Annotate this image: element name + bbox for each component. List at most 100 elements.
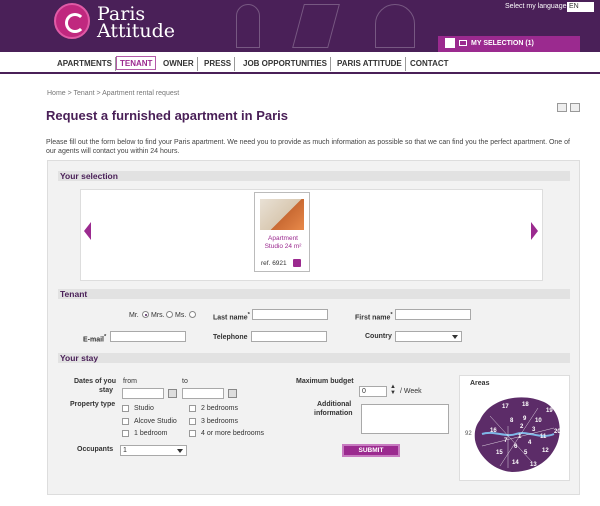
country-label: Country <box>365 333 392 340</box>
property-type-label: Property type <box>70 401 116 408</box>
selection-heading: Your selection <box>58 171 570 181</box>
type-1-bedroom-checkbox[interactable] <box>122 430 129 437</box>
apartment-ref: ref. 6921 <box>261 260 287 267</box>
nav-job-opportunities[interactable]: JOB OPPORTUNITIES <box>240 57 332 71</box>
tenant-heading: Tenant <box>58 289 570 299</box>
logo-icon[interactable] <box>54 3 90 39</box>
language-label: Select my language <box>505 3 567 10</box>
first-name-field[interactable] <box>395 309 471 320</box>
type-4-bedrooms-checkbox[interactable] <box>189 430 196 437</box>
from-label: from <box>123 378 137 385</box>
dates-label-line1: Dates of you <box>74 378 117 385</box>
type-studio-checkbox[interactable] <box>122 405 129 412</box>
area-14[interactable]: 14 <box>512 460 519 466</box>
request-form-panel: Your selection Apartment Studio 24 m² re… <box>47 160 580 495</box>
nav-contact[interactable]: CONTACT <box>407 57 452 71</box>
type-4-bedrooms-label: 4 or more bedrooms <box>201 430 265 437</box>
page-intro: Please fill out the form below to find y… <box>46 139 570 155</box>
additional-info-field[interactable] <box>361 404 449 434</box>
monument-illustration <box>236 4 260 48</box>
main-nav: APARTMENTS TENANT OWNER PRESS JOB OPPORT… <box>0 52 600 74</box>
brand-name-line2[interactable]: Attitude <box>97 22 175 41</box>
nav-paris-attitude[interactable]: PARIS ATTITUDE <box>334 57 406 71</box>
share-icon[interactable] <box>557 103 567 112</box>
paris-arrondissements-map[interactable]: 92 17 18 19 8 9 10 16 2 3 1 11 20 7 6 4 … <box>460 376 571 482</box>
type-3-bedrooms-label: 3 bedrooms <box>201 418 238 425</box>
site-header: Paris Attitude Select my language EN MY … <box>0 0 600 52</box>
type-3-bedrooms-checkbox[interactable] <box>189 418 196 425</box>
remove-icon[interactable] <box>293 259 301 267</box>
type-studio-label: Studio <box>134 405 154 412</box>
submit-button[interactable]: SUBMIT <box>342 444 400 457</box>
chevron-down-icon <box>445 38 455 49</box>
budget-unit: / Week <box>400 388 422 395</box>
apartment-thumbnail[interactable] <box>260 199 304 230</box>
date-from-field[interactable] <box>122 388 164 399</box>
title-mr-label: Mr. <box>129 312 139 319</box>
area-16[interactable]: 16 <box>490 428 497 434</box>
area-18[interactable]: 18 <box>522 402 529 408</box>
area-17[interactable]: 17 <box>502 404 509 410</box>
chevron-down-icon <box>177 449 183 453</box>
last-name-label: Last name* <box>213 312 250 322</box>
title-ms-radio[interactable] <box>166 311 173 318</box>
nav-press[interactable]: PRESS <box>201 57 236 71</box>
additional-label-line1: Additional <box>317 401 352 408</box>
email-field[interactable] <box>110 331 186 342</box>
additional-label-line2: information <box>314 410 353 417</box>
to-label: to <box>182 378 188 385</box>
area-12[interactable]: 12 <box>542 448 549 454</box>
title-mrs-label: Mrs. <box>151 312 165 319</box>
title-mrs-radio[interactable] <box>142 311 149 318</box>
area-15[interactable]: 15 <box>496 450 503 456</box>
occupants-label: Occupants <box>77 446 114 453</box>
selection-carousel <box>80 189 543 281</box>
my-selection-button[interactable]: MY SELECTION (1) <box>438 36 580 52</box>
telephone-label: Telephone <box>213 334 248 341</box>
budget-label: Maximum budget <box>296 378 354 385</box>
budget-spinner-icon[interactable]: ▲ ▼ <box>390 384 396 396</box>
area-13[interactable]: 13 <box>530 462 537 468</box>
telephone-field[interactable] <box>251 331 327 342</box>
apartment-type: Apartment <box>268 235 298 242</box>
dates-label-line2: stay <box>99 387 114 394</box>
date-to-field[interactable] <box>182 388 224 399</box>
title-extra-radio[interactable] <box>189 311 196 318</box>
last-name-field[interactable] <box>252 309 328 320</box>
pyramid-illustration <box>292 4 340 48</box>
print-icon[interactable] <box>570 103 580 112</box>
budget-field[interactable]: 0 <box>359 386 387 397</box>
area-10[interactable]: 10 <box>535 418 542 424</box>
stay-heading: Your stay <box>58 353 570 363</box>
nav-apartments[interactable]: APARTMENTS <box>54 57 116 71</box>
email-label: E-mail* <box>83 334 107 344</box>
breadcrumb[interactable]: Home > Tenant > Apartment rental request <box>47 90 179 97</box>
area-92[interactable]: 92 <box>465 431 472 437</box>
area-20[interactable]: 20 <box>554 429 561 435</box>
language-select[interactable]: EN <box>567 2 594 12</box>
type-alcove-studio-checkbox[interactable] <box>122 418 129 425</box>
arrow-left-icon[interactable] <box>84 222 91 240</box>
basket-icon <box>459 40 467 47</box>
type-1-bedroom-label: 1 bedroom <box>134 430 168 437</box>
calendar-icon[interactable] <box>228 389 237 398</box>
type-2-bedrooms-label: 2 bedrooms <box>201 405 238 412</box>
apartment-detail: Studio 24 m² <box>264 243 302 250</box>
page-title: Request a furnished apartment in Paris <box>46 108 289 123</box>
occupants-select[interactable]: 1 <box>120 445 187 456</box>
arrow-right-icon[interactable] <box>531 222 538 240</box>
country-select[interactable] <box>395 331 462 342</box>
type-alcove-studio-label: Alcove Studio <box>134 418 177 425</box>
arch-illustration <box>375 4 415 48</box>
selected-apartment-card[interactable]: Apartment Studio 24 m² ref. 6921 <box>254 192 310 272</box>
areas-map-panel: Areas 92 17 18 19 8 9 10 16 2 3 1 11 20 … <box>459 375 570 481</box>
title-ms-label: Ms. <box>175 312 187 319</box>
type-2-bedrooms-checkbox[interactable] <box>189 405 196 412</box>
area-11[interactable]: 11 <box>540 434 547 440</box>
calendar-icon[interactable] <box>168 389 177 398</box>
nav-owner[interactable]: OWNER <box>160 57 198 71</box>
area-19[interactable]: 19 <box>546 408 553 414</box>
first-name-label: First name* <box>355 312 393 322</box>
nav-tenant[interactable]: TENANT <box>116 56 157 70</box>
chevron-down-icon <box>452 335 458 339</box>
